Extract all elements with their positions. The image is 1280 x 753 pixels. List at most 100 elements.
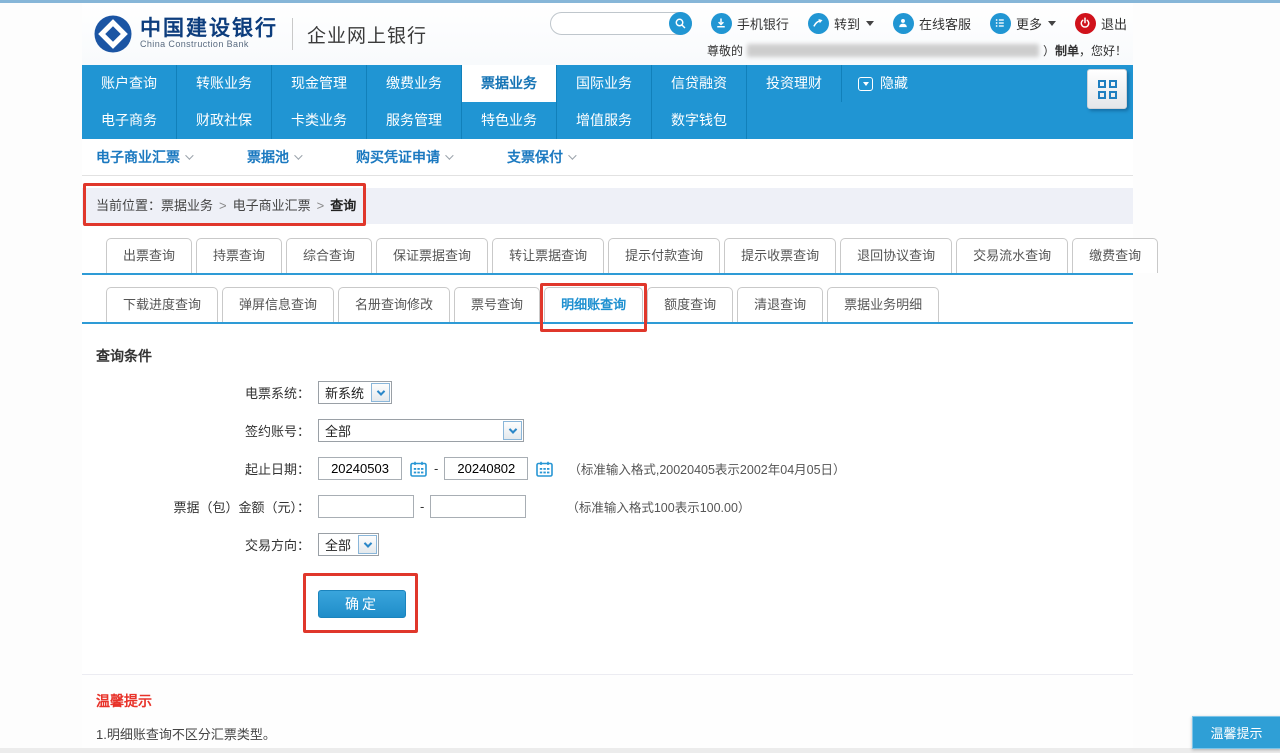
calendar-icon[interactable] (408, 459, 428, 478)
nav-item-value-added[interactable]: 增值服务 (557, 102, 652, 139)
goto-icon (808, 13, 829, 34)
section-title: 查询条件 (96, 346, 1133, 366)
grid-icon (1098, 80, 1117, 99)
date-to-input[interactable] (444, 457, 528, 480)
tab-clearing-query[interactable]: 清退查询 (737, 287, 823, 322)
dropdown-arrow-icon (358, 535, 377, 554)
logout-icon (1075, 13, 1096, 34)
nav-hide-button[interactable]: 隐藏 (842, 65, 924, 102)
range-dash: - (420, 499, 424, 514)
subnav-label: 票据池 (247, 147, 289, 167)
nav-item-service-management[interactable]: 服务管理 (367, 102, 462, 139)
grid-menu-button[interactable] (1087, 69, 1127, 109)
breadcrumb-item-ecd[interactable]: 电子商业汇票 (233, 198, 311, 213)
tips-section: 温馨提示 1.明细账查询不区分汇票类型。 (82, 674, 1133, 753)
nav-item-ecommerce[interactable]: 电子商务 (82, 102, 177, 139)
goto-link[interactable]: 转到 (808, 13, 874, 34)
hide-icon (858, 77, 873, 91)
nav-item-fee-payment[interactable]: 缴费业务 (367, 65, 462, 102)
mobile-banking-link[interactable]: 手机银行 (711, 13, 789, 34)
tab-detail-account-query[interactable]: 明细账查询 (544, 287, 643, 322)
breadcrumb: 当前位置：票据业务>电子商业汇票>查询 (82, 188, 1133, 224)
nav-item-featured-business[interactable]: 特色业务 (462, 102, 557, 139)
nav-row-2: 电子商务 财政社保 卡类业务 服务管理 特色业务 增值服务 数字钱包 (82, 102, 1133, 139)
floating-tip-button[interactable]: 温馨提示 (1192, 716, 1280, 749)
subnav-voucher-purchase[interactable]: 购买凭证申请 (356, 147, 451, 167)
dropdown-arrow-icon (503, 421, 522, 440)
eticket-system-select[interactable]: 新系统 (318, 381, 392, 404)
subnav-electronic-commercial-draft[interactable]: 电子商业汇票 (96, 147, 191, 167)
logout-link[interactable]: 退出 (1075, 13, 1127, 34)
search-icon[interactable] (669, 12, 692, 35)
range-dash: - (434, 461, 438, 476)
more-icon (990, 13, 1011, 34)
amount-range-label: 票据（包）金额（元）： (96, 497, 318, 516)
tab-transfer-bill-query[interactable]: 转让票据查询 (492, 238, 604, 273)
breadcrumb-label: 当前位置： (96, 198, 161, 213)
tab-guarantee-bill-query[interactable]: 保证票据查询 (376, 238, 488, 273)
tab-draft-query[interactable]: 出票查询 (106, 238, 192, 273)
subnav-bill-pool[interactable]: 票据池 (247, 147, 300, 167)
amount-to-input[interactable] (430, 495, 526, 518)
tab-holding-query[interactable]: 持票查询 (196, 238, 282, 273)
tab-download-progress-query[interactable]: 下载进度查询 (106, 287, 218, 322)
nav-item-bill-business[interactable]: 票据业务 (462, 65, 557, 102)
tab-bill-number-query[interactable]: 票号查询 (454, 287, 540, 322)
calendar-icon[interactable] (534, 459, 554, 478)
more-link[interactable]: 更多 (990, 13, 1056, 34)
signed-account-select[interactable]: 全部 (318, 419, 524, 442)
breadcrumb-separator: > (219, 198, 227, 213)
caret-down-icon (866, 21, 874, 26)
nav-item-cash-management[interactable]: 现金管理 (272, 65, 367, 102)
nav-item-international[interactable]: 国际业务 (557, 65, 652, 102)
bank-name: 中国建设银行 (140, 18, 278, 40)
tab-transaction-flow-query[interactable]: 交易流水查询 (956, 238, 1068, 273)
signed-account-value: 全部 (319, 421, 357, 440)
tab-fee-query[interactable]: 缴费查询 (1072, 238, 1158, 273)
amount-from-input[interactable] (318, 495, 414, 518)
tab-receipt-prompt-query[interactable]: 提示收票查询 (724, 238, 836, 273)
transaction-direction-select[interactable]: 全部 (318, 533, 379, 556)
nav-item-transfer[interactable]: 转账业务 (177, 65, 272, 102)
date-range-label: 起止日期： (96, 459, 318, 478)
chevron-down-icon (445, 151, 453, 159)
breadcrumb-item-bill-business[interactable]: 票据业务 (161, 198, 213, 213)
date-format-hint: （标准输入格式,20020405表示2002年04月05日） (568, 459, 845, 478)
greeting-paren: ） (1043, 42, 1055, 59)
nav-item-fiscal-social[interactable]: 财政社保 (177, 102, 272, 139)
chevron-down-icon (185, 151, 193, 159)
nav-item-investment[interactable]: 投资理财 (747, 65, 842, 102)
title-divider (292, 18, 293, 50)
tab-bill-business-detail[interactable]: 票据业务明细 (827, 287, 939, 322)
nav-row-1: 账户查询 转账业务 现金管理 缴费业务 票据业务 国际业务 信贷融资 投资理财 … (82, 65, 1133, 102)
tab-quota-query[interactable]: 额度查询 (647, 287, 733, 322)
customer-service-link[interactable]: 在线客服 (893, 13, 971, 34)
amount-format-hint: （标准输入格式100表示100.00） (566, 497, 750, 516)
logout-label: 退出 (1101, 14, 1127, 33)
nav-item-digital-wallet[interactable]: 数字钱包 (652, 102, 747, 139)
nav-item-card-business[interactable]: 卡类业务 (272, 102, 367, 139)
query-tabbar-row1: 出票查询 持票查询 综合查询 保证票据查询 转让票据查询 提示付款查询 提示收票… (82, 238, 1133, 275)
subnav-label: 支票保付 (507, 147, 563, 167)
caret-down-icon (1048, 21, 1056, 26)
tab-comprehensive-query[interactable]: 综合查询 (286, 238, 372, 273)
tab-roster-query-modify[interactable]: 名册查询修改 (338, 287, 450, 322)
tab-return-agreement-query[interactable]: 退回协议查询 (840, 238, 952, 273)
subnav-check-guarantee[interactable]: 支票保付 (507, 147, 574, 167)
subnav-label: 购买凭证申请 (356, 147, 440, 167)
date-from-input[interactable] (318, 457, 402, 480)
query-tabbar-row2: 下载进度查询 弹屏信息查询 名册查询修改 票号查询 明细账查询 额度查询 清退查… (82, 287, 1133, 324)
more-label: 更多 (1016, 14, 1042, 33)
greeting-role: 制单 (1055, 42, 1079, 59)
confirm-button[interactable]: 确定 (318, 590, 406, 618)
header: 中国建设银行 China Construction Bank 企业网上银行 手机 (82, 3, 1133, 65)
hide-label: 隐藏 (880, 65, 908, 102)
greeting-prefix: 尊敬的 (707, 42, 743, 59)
nav-item-credit-financing[interactable]: 信贷融资 (652, 65, 747, 102)
redacted-customer-name (747, 44, 1039, 57)
tab-popup-info-query[interactable]: 弹屏信息查询 (222, 287, 334, 322)
mobile-banking-label: 手机银行 (737, 14, 789, 33)
query-form: 查询条件 电票系统： 新系统 签约账号： 全部 起止日期： (82, 346, 1133, 618)
tab-payment-prompt-query[interactable]: 提示付款查询 (608, 238, 720, 273)
nav-item-account-query[interactable]: 账户查询 (82, 65, 177, 102)
